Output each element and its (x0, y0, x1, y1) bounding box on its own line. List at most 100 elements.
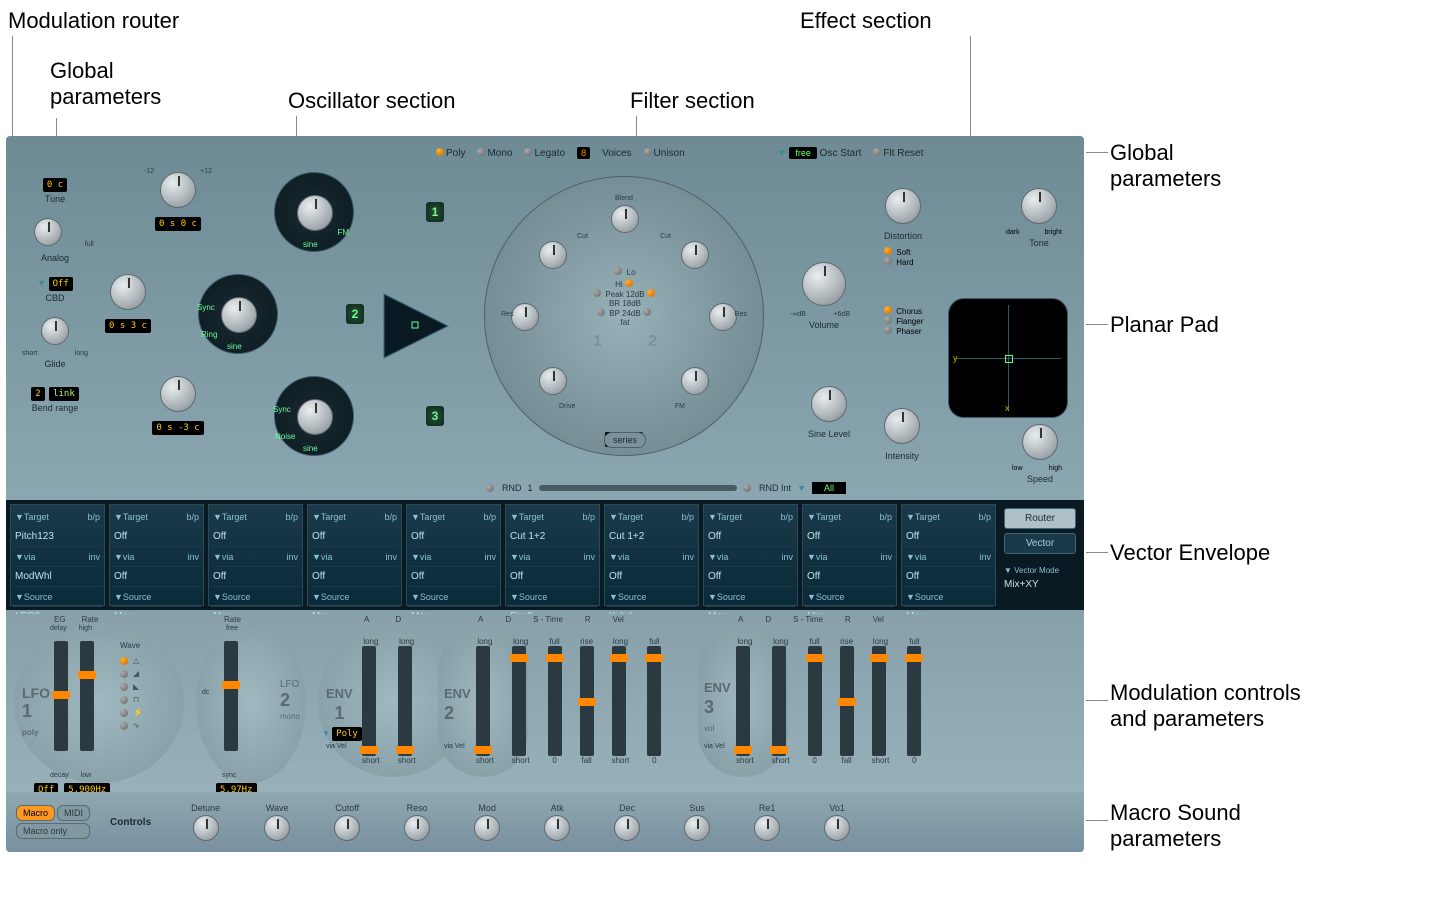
osc3-tune-value[interactable]: 0 s -3 c (152, 421, 203, 435)
wave-sh[interactable]: ⚡ (120, 708, 170, 717)
planar-pad[interactable]: x y (948, 298, 1068, 418)
led-icon[interactable] (597, 308, 605, 316)
macro-knob-cutoff[interactable]: Cutoff (334, 803, 360, 841)
macro-knob-atk[interactable]: Atk (544, 803, 570, 841)
mod-via[interactable]: ModWhl (15, 571, 52, 582)
mono-option[interactable]: Mono (477, 148, 512, 159)
mod-target[interactable]: Off (114, 531, 127, 542)
phaser-option[interactable]: Phaser (884, 326, 923, 336)
mod-target[interactable]: Off (708, 531, 721, 542)
wave-sqr[interactable]: ⊓ (120, 695, 170, 704)
led-icon[interactable] (647, 289, 655, 297)
osc1-wave-selector[interactable]: sine FM (274, 172, 354, 252)
env3-s-slider[interactable] (808, 646, 822, 756)
mod-via[interactable]: Off (609, 571, 622, 582)
mod-via[interactable]: Off (213, 571, 226, 582)
lfo1-eg-slider[interactable] (54, 641, 68, 751)
macro-knob-vo1[interactable]: Vo1 (824, 803, 850, 841)
led-icon[interactable] (614, 267, 622, 275)
wave-tri[interactable]: △ (120, 656, 170, 665)
flanger-option[interactable]: Flanger (884, 316, 923, 326)
mod-via[interactable]: Off (510, 571, 523, 582)
osc-start-menu[interactable]: ▼ free Osc Start (777, 148, 862, 159)
router-button[interactable]: Router (1004, 508, 1076, 529)
mod-via[interactable]: Off (411, 571, 424, 582)
macro-knob-sus[interactable]: Sus (684, 803, 710, 841)
soft-option[interactable]: Soft (884, 247, 922, 257)
filter2-res-knob[interactable] (709, 303, 737, 331)
led-icon[interactable] (625, 279, 633, 287)
led-icon[interactable] (486, 484, 494, 492)
env2-time-slider[interactable] (580, 646, 594, 756)
midi-button[interactable]: MIDI (57, 805, 90, 821)
env3-d-slider[interactable] (772, 646, 786, 756)
macro-knob-reso[interactable]: Reso (404, 803, 430, 841)
mod-target[interactable]: Pitch123 (15, 531, 54, 542)
mod-target[interactable]: Off (213, 531, 226, 542)
tone-knob[interactable] (1021, 188, 1057, 224)
env2-s-slider[interactable] (548, 646, 562, 756)
mod-via[interactable]: Off (114, 571, 127, 582)
env2-vel-slider[interactable] (647, 646, 661, 756)
filter1-cut-knob[interactable] (539, 241, 567, 269)
legato-option[interactable]: Legato (524, 148, 565, 159)
filter-blend-knob[interactable] (611, 205, 639, 233)
macro-knob-wave[interactable]: Wave (264, 803, 290, 841)
mod-via[interactable]: Off (906, 571, 919, 582)
glide-knob[interactable] (41, 317, 69, 345)
osc3-tune-knob[interactable] (160, 376, 196, 412)
filter2-fm-knob[interactable] (681, 367, 709, 395)
flt-reset-option[interactable]: Flt Reset (873, 148, 923, 159)
bend-value[interactable]: 2 (31, 387, 44, 401)
filter1-res-knob[interactable] (511, 303, 539, 331)
osc2-tune-knob[interactable] (110, 274, 146, 310)
mod-target[interactable]: Off (807, 531, 820, 542)
macro-knob-detune[interactable]: Detune (191, 803, 220, 841)
mod-target[interactable]: Off (906, 531, 919, 542)
wave-ramp[interactable]: ◣ (120, 682, 170, 691)
mod-target[interactable]: Off (411, 531, 424, 542)
env1-a-slider[interactable] (362, 646, 376, 756)
lfo1-rate-slider[interactable] (80, 641, 94, 751)
wave-rnd[interactable]: ∿ (120, 721, 170, 730)
mod-target[interactable]: Cut 1+2 (510, 531, 545, 542)
analog-knob[interactable] (34, 218, 62, 246)
mod-target[interactable]: Off (312, 531, 325, 542)
env1-poly[interactable]: Poly (332, 727, 362, 741)
macro-knob-re1[interactable]: Re1 (754, 803, 780, 841)
osc-mix-triangle[interactable] (376, 286, 456, 366)
osc2-wave-selector[interactable]: Sync Ring sine (198, 274, 278, 354)
dropdown-icon[interactable]: ▼ (797, 483, 806, 493)
env3-r-slider[interactable] (872, 646, 886, 756)
osc3-wave-selector[interactable]: Sync Noise sine (274, 376, 354, 456)
wave-saw[interactable]: ◢ (120, 669, 170, 678)
unison-option[interactable]: Unison (644, 148, 685, 159)
mod-via[interactable]: Off (807, 571, 820, 582)
env3-time-slider[interactable] (840, 646, 854, 756)
poly-option[interactable]: Poly (436, 148, 465, 159)
planar-cursor[interactable] (1005, 355, 1013, 363)
env2-d-slider[interactable] (512, 646, 526, 756)
mod-target[interactable]: Cut 1+2 (609, 531, 644, 542)
speed-knob[interactable] (1022, 424, 1058, 460)
osc1-tune-knob[interactable] (160, 172, 196, 208)
volume-knob[interactable] (802, 262, 846, 306)
macro-knob-dec[interactable]: Dec (614, 803, 640, 841)
mod-via[interactable]: Off (708, 571, 721, 582)
intensity-knob[interactable] (884, 408, 920, 444)
lfo2-rate-slider[interactable] (224, 641, 238, 751)
vector-mode[interactable]: Mix+XY (1004, 579, 1076, 590)
led-icon[interactable] (643, 308, 651, 316)
distortion-knob[interactable] (885, 188, 921, 224)
osc1-tune-value[interactable]: 0 s 0 c (155, 217, 201, 231)
env3-vel-slider[interactable] (907, 646, 921, 756)
filter-series-button[interactable]: series (604, 432, 646, 448)
filter2-cut-knob[interactable] (681, 241, 709, 269)
rnd-target[interactable]: All (812, 482, 846, 494)
osc2-tune-value[interactable]: 0 s 3 c (105, 319, 151, 333)
sine-level-knob[interactable] (811, 386, 847, 422)
macro-knob-mod[interactable]: Mod (474, 803, 500, 841)
macro-only-button[interactable]: Macro only (16, 823, 90, 839)
macro-button[interactable]: Macro (16, 805, 55, 821)
filter1-drive-knob[interactable] (539, 367, 567, 395)
